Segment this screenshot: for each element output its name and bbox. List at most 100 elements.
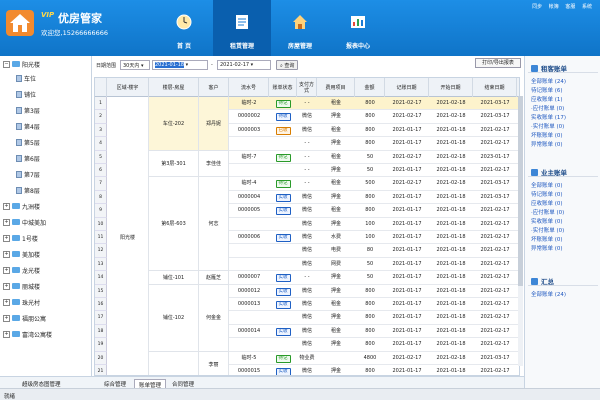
customer-cell[interactable]: 赵雁芝 [199, 271, 229, 285]
bill-status-cell[interactable]: 待记 [269, 151, 297, 164]
table-cell[interactable]: 2021-01-18 [429, 311, 473, 324]
table-cell[interactable]: 4800 [355, 352, 385, 365]
row-number[interactable]: 5 [95, 150, 107, 164]
row-number[interactable]: 20 [95, 351, 107, 365]
tree-node-floor[interactable]: 第6层 [16, 152, 40, 164]
row-number[interactable]: 9 [95, 204, 107, 218]
table-cell[interactable]: 2021-02-17 [385, 177, 429, 190]
bill-status-cell[interactable]: 已收 [269, 124, 297, 137]
table-cell[interactable]: 微信 [297, 231, 317, 244]
nav-tab-report[interactable]: 报表中心 [329, 0, 387, 56]
row-number[interactable]: 18 [95, 324, 107, 339]
bill-status-cell[interactable]: 实收 [269, 365, 297, 375]
table-cell[interactable]: 2021-01-18 [429, 365, 473, 375]
table-cell[interactable]: 2021-02-18 [429, 177, 473, 190]
table-cell[interactable]: 2021-01-17 [385, 311, 429, 324]
table-cell[interactable]: 微信 [297, 311, 317, 324]
table-cell[interactable]: 租金 [317, 325, 355, 338]
row-number[interactable]: 10 [95, 217, 107, 231]
table-cell[interactable]: 2021-02-17 [473, 124, 517, 137]
col-header-serial[interactable]: 流水号 [229, 78, 269, 97]
table-cell[interactable] [269, 311, 297, 324]
table-cell[interactable]: 物业费 [297, 352, 317, 365]
expand-icon[interactable]: + [3, 234, 10, 242]
expand-icon[interactable]: + [3, 282, 10, 290]
table-cell[interactable]: 临时-2 [229, 97, 269, 110]
table-cell[interactable]: 押金 [317, 365, 355, 375]
table-cell[interactable]: 2021-01-17 [385, 137, 429, 150]
table-cell[interactable]: 2021-02-17 [385, 151, 429, 164]
tree-node-building[interactable]: + 美加楼 [3, 248, 40, 260]
customer-cell[interactable]: 李丽 [199, 351, 229, 375]
owner-received-bills-link[interactable]: 实收账单 (0) [531, 217, 563, 225]
table-cell[interactable]: 800 [355, 325, 385, 338]
room-cell[interactable] [149, 351, 199, 375]
table-cell[interactable]: 微信 [297, 365, 317, 375]
table-cell[interactable]: 2021-02-17 [473, 164, 517, 177]
table-cell[interactable] [229, 218, 269, 231]
table-cell[interactable]: 800 [355, 191, 385, 204]
table-cell[interactable] [269, 244, 297, 257]
tree-node-floor[interactable]: 第3层 [16, 104, 40, 116]
table-cell[interactable]: 2021-02-17 [473, 311, 517, 324]
table-cell[interactable]: 2021-02-17 [385, 97, 429, 110]
expand-icon[interactable]: + [3, 314, 10, 322]
tree-node-building[interactable]: + 丽城楼 [3, 280, 40, 292]
table-cell[interactable]: 0000015 [229, 365, 269, 375]
table-cell[interactable]: 租金 [317, 298, 355, 311]
table-cell[interactable] [229, 164, 269, 177]
table-cell[interactable]: 2021-01-18 [429, 271, 473, 284]
row-number[interactable]: 4 [95, 137, 107, 151]
table-cell[interactable]: 0000007 [229, 271, 269, 284]
table-cell[interactable]: 2021-01-18 [429, 285, 473, 298]
tenant-bad-debt-link[interactable]: 坏账账单 (0) [531, 131, 563, 139]
bill-status-cell[interactable]: 实收 [269, 325, 297, 338]
table-cell[interactable]: 2021-01-17 [385, 218, 429, 231]
table-cell[interactable]: 2021-01-17 [385, 124, 429, 137]
table-cell[interactable]: 2021-03-17 [473, 352, 517, 365]
col-header-customer[interactable]: 客户 [199, 78, 229, 97]
customer-cell[interactable]: 何志 [199, 177, 229, 272]
bill-status-cell[interactable]: 实收 [269, 231, 297, 244]
table-cell[interactable]: - - [297, 137, 317, 150]
table-cell[interactable]: 100 [355, 231, 385, 244]
col-header-start-date[interactable]: 开始日期 [429, 78, 473, 97]
summary-all-bills-link[interactable]: 全部账单 (24) [531, 290, 566, 298]
table-cell[interactable]: 2021-01-17 [385, 271, 429, 284]
table-cell[interactable]: 800 [355, 124, 385, 137]
table-cell[interactable]: - - [297, 97, 317, 110]
bill-status-cell[interactable]: 实收 [269, 204, 297, 217]
col-header-end-date[interactable]: 结束日期 [473, 78, 517, 97]
table-cell[interactable] [269, 164, 297, 177]
table-cell[interactable]: 押金 [317, 285, 355, 298]
table-cell[interactable]: 0000013 [229, 298, 269, 311]
table-cell[interactable]: 50 [355, 151, 385, 164]
row-number[interactable]: 1 [95, 97, 107, 111]
tree-node-building[interactable]: + 九洲楼 [3, 200, 40, 212]
bill-status-cell[interactable]: 实收 [269, 271, 297, 284]
tenant-pending-bills-link[interactable]: 待记账单 (6) [531, 86, 563, 94]
account-link[interactable]: 帐簿 [549, 4, 559, 10]
col-header-status[interactable]: 账单状态 [269, 78, 297, 97]
table-cell[interactable]: 临时-5 [229, 352, 269, 365]
bill-status-cell[interactable]: 实收 [269, 285, 297, 298]
expand-icon[interactable]: + [3, 250, 10, 258]
row-number[interactable]: 17 [95, 311, 107, 325]
row-number[interactable]: 19 [95, 338, 107, 352]
table-cell[interactable]: 2021-02-18 [429, 110, 473, 123]
col-header-area[interactable]: 区域-楼宇 [107, 78, 149, 97]
expand-icon[interactable]: + [3, 298, 10, 306]
expand-icon[interactable]: + [3, 330, 10, 338]
tree-node-building[interactable]: + 中城美加 [3, 216, 46, 228]
table-cell[interactable]: 2021-01-17 [385, 298, 429, 311]
table-cell[interactable]: 2021-02-17 [473, 298, 517, 311]
customer-cell[interactable]: 何金金 [199, 284, 229, 352]
expand-icon[interactable]: + [3, 218, 10, 226]
table-cell[interactable]: 租金 [317, 124, 355, 137]
service-link[interactable]: 客服 [565, 4, 575, 10]
owner-payable-bills-link[interactable]: ·应付账单 (0) [531, 208, 564, 216]
table-cell[interactable]: 2021-01-17 [385, 325, 429, 338]
start-date-field[interactable]: 2021-01-18 ▾ [152, 60, 208, 70]
tree-node-building[interactable]: + 龙光楼 [3, 264, 40, 276]
scrollbar-thumb[interactable] [518, 96, 523, 286]
